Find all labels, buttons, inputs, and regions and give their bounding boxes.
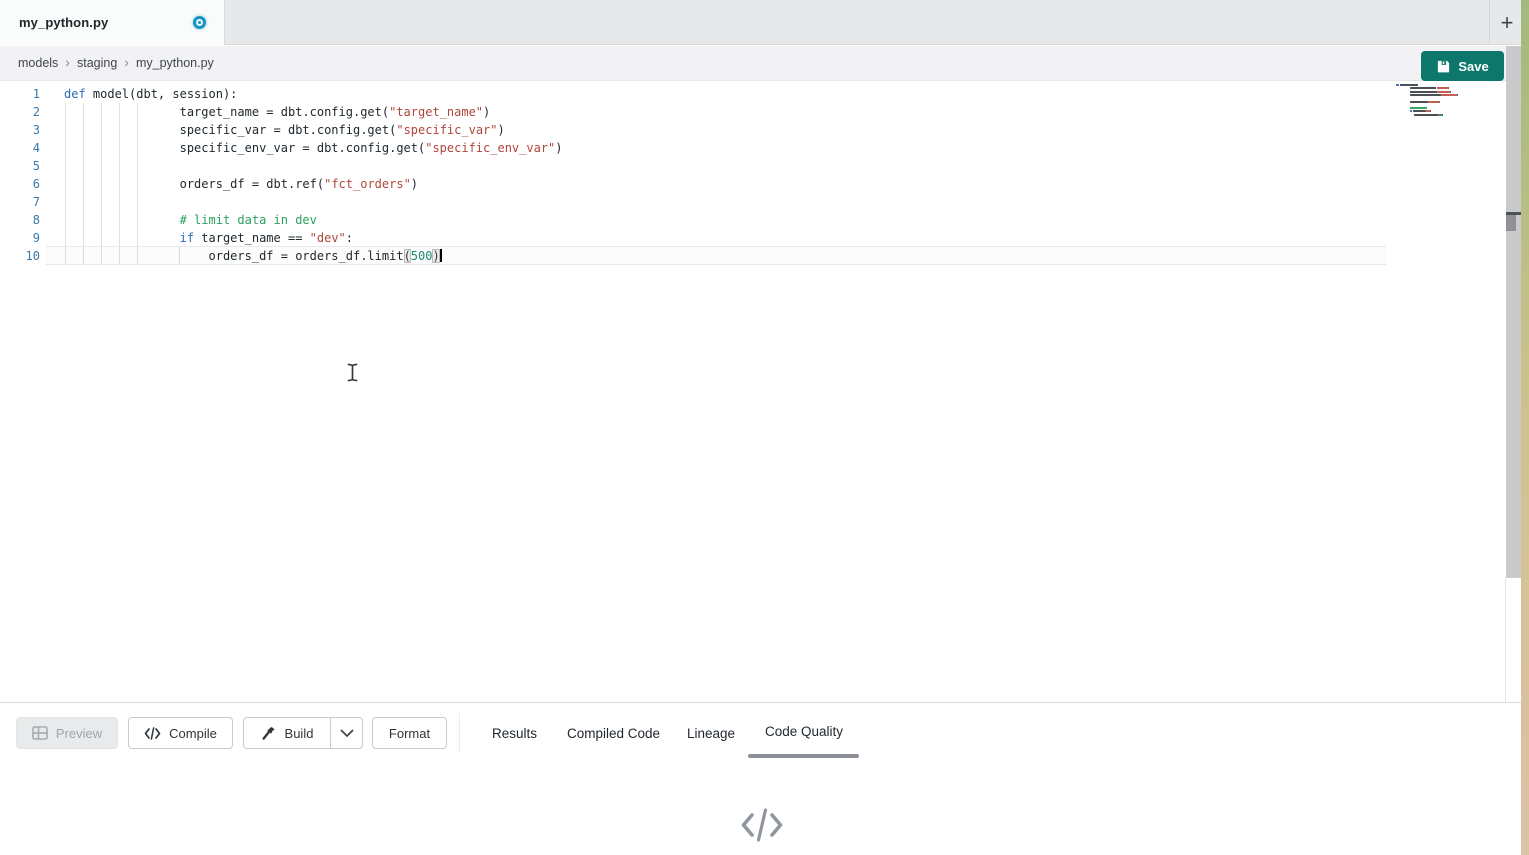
code-line[interactable]: 6 orders_df = dbt.ref("fct_orders") [0, 175, 563, 193]
breadcrumb-item-file[interactable]: my_python.py [136, 56, 214, 70]
line-number[interactable]: 10 [0, 247, 40, 265]
line-number[interactable]: 4 [0, 139, 40, 157]
line-number[interactable]: 5 [0, 157, 40, 175]
tab-lineage-label: Lineage [687, 726, 735, 741]
tab-strip-divider [1489, 0, 1490, 45]
table-grid-icon [32, 726, 48, 740]
build-options-button[interactable] [330, 718, 362, 748]
line-number[interactable]: 1 [0, 85, 40, 103]
compile-button[interactable]: Compile [128, 717, 233, 749]
code-line[interactable]: 9 if target_name == "dev": [0, 229, 563, 247]
tab-results-label: Results [492, 726, 537, 741]
floppy-disk-icon [1436, 59, 1451, 74]
code-line[interactable]: 1def model(dbt, session): [0, 85, 563, 103]
bottom-panel: Preview Compile Build [0, 702, 1521, 855]
code-placeholder-icon [739, 805, 785, 850]
preview-button[interactable]: Preview [16, 717, 118, 749]
compile-button-label: Compile [169, 726, 217, 741]
tab-results[interactable]: Results [492, 717, 537, 749]
line-number[interactable]: 2 [0, 103, 40, 121]
code-line[interactable]: 4 specific_env_var = dbt.config.get("spe… [0, 139, 563, 157]
toolbar-divider [459, 713, 460, 753]
code-lines[interactable]: 1def model(dbt, session):2 target_name =… [0, 85, 563, 265]
format-button[interactable]: Format [372, 717, 447, 749]
code-line[interactable]: 7 [0, 193, 563, 211]
chevron-down-icon [340, 729, 354, 738]
unsaved-changes-icon [193, 16, 206, 29]
line-number[interactable]: 3 [0, 121, 40, 139]
editor-right-border [1505, 578, 1506, 702]
tab-lineage[interactable]: Lineage [687, 717, 735, 749]
tab-strip: my_python.py + [0, 0, 1521, 45]
active-tab-underline [748, 754, 859, 758]
file-tab-my-python[interactable]: my_python.py [0, 0, 225, 45]
breadcrumb: models › staging › my_python.py [18, 56, 214, 70]
chevron-right-icon: › [124, 55, 129, 69]
code-line[interactable]: 3 specific_var = dbt.config.get("specifi… [0, 121, 563, 139]
line-number[interactable]: 8 [0, 211, 40, 229]
code-line[interactable]: 5 [0, 157, 563, 175]
file-tab-title: my_python.py [19, 15, 108, 30]
build-button-label: Build [285, 726, 314, 741]
code-editor[interactable]: 1def model(dbt, session):2 target_name =… [0, 81, 1521, 702]
breadcrumb-item-staging[interactable]: staging [77, 56, 117, 70]
tab-compiled-code[interactable]: Compiled Code [567, 717, 660, 749]
format-button-label: Format [389, 726, 430, 741]
save-button-label: Save [1458, 59, 1488, 74]
chevron-right-icon: › [65, 55, 70, 69]
breadcrumb-item-models[interactable]: models [18, 56, 58, 70]
tab-code-quality[interactable]: Code Quality [765, 715, 843, 747]
new-tab-button[interactable]: + [1493, 0, 1521, 45]
tab-compiled-code-label: Compiled Code [567, 726, 660, 741]
breadcrumb-bar: models › staging › my_python.py [0, 46, 1521, 81]
editor-scrollbar-track[interactable] [1506, 46, 1521, 578]
preview-button-label: Preview [56, 726, 102, 741]
dbt-ide-window: my_python.py + models › staging › my_pyt… [0, 0, 1529, 855]
desktop-wallpaper-edge [1521, 0, 1529, 855]
minimap[interactable] [1396, 84, 1476, 124]
text-caret [440, 249, 442, 262]
build-button[interactable]: Build [244, 718, 330, 748]
line-number[interactable]: 7 [0, 193, 40, 211]
editor-scrollbar-thumb[interactable] [1506, 215, 1516, 231]
code-icon [144, 727, 161, 740]
build-split-button: Build [243, 717, 363, 749]
code-line[interactable]: 10 orders_df = orders_df.limit(500) [0, 247, 563, 265]
hammer-icon [261, 725, 277, 741]
code-line[interactable]: 8 # limit data in dev [0, 211, 563, 229]
code-line[interactable]: 2 target_name = dbt.config.get("target_n… [0, 103, 563, 121]
line-number[interactable]: 9 [0, 229, 40, 247]
line-number[interactable]: 6 [0, 175, 40, 193]
tab-code-quality-label: Code Quality [765, 724, 843, 739]
save-button[interactable]: Save [1421, 51, 1504, 81]
